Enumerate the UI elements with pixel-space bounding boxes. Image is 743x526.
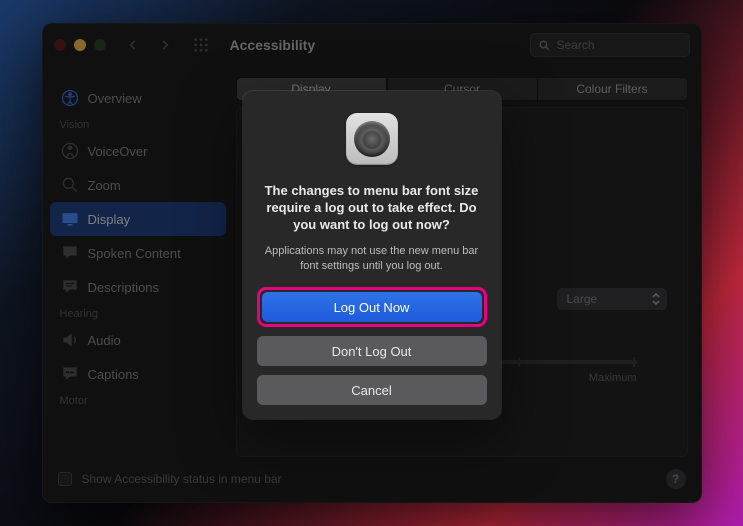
log-out-now-button[interactable]: Log Out Now — [262, 292, 482, 322]
dont-log-out-button[interactable]: Don't Log Out — [257, 336, 487, 366]
logout-dialog: The changes to menu bar font size requir… — [243, 91, 501, 419]
preferences-window: Accessibility Overview Vision VoiceOver — [42, 23, 702, 503]
dialog-subtext: Applications may not use the new menu ba… — [257, 244, 487, 274]
system-preferences-icon — [346, 113, 398, 165]
dialog-message: The changes to menu bar font size requir… — [257, 183, 487, 234]
cancel-button[interactable]: Cancel — [257, 375, 487, 405]
highlight-ring: Log Out Now — [257, 287, 487, 327]
